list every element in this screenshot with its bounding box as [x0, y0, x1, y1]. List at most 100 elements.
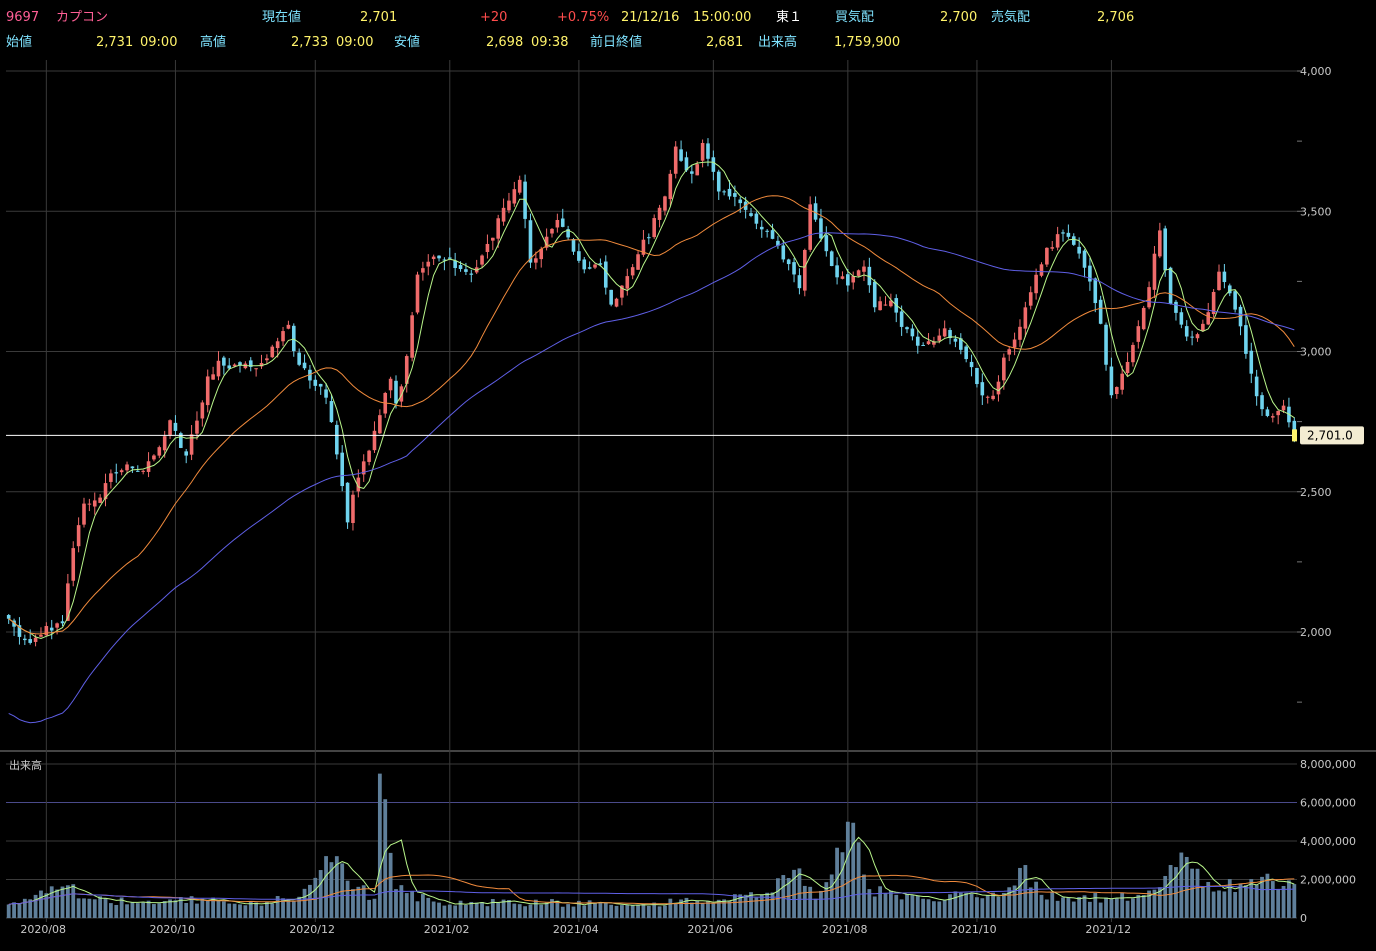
- volume-bar: [259, 905, 264, 918]
- candle-body: [109, 473, 113, 482]
- candlestick: [1168, 266, 1173, 305]
- volume-bar: [1211, 891, 1216, 918]
- volume-bar: [33, 894, 38, 918]
- candlestick: [469, 269, 474, 283]
- volume-bar: [781, 875, 786, 918]
- volume-bar: [464, 904, 468, 918]
- volume-bar: [862, 874, 866, 918]
- candle-body: [1147, 287, 1151, 308]
- volume-bar: [227, 903, 232, 918]
- candlestick: [614, 297, 619, 308]
- candlestick: [141, 469, 145, 475]
- candlestick: [663, 195, 667, 216]
- volume-bar: [270, 903, 275, 918]
- volume-bar: [291, 900, 296, 918]
- candle-body: [636, 254, 640, 270]
- volume-bar: [372, 898, 377, 918]
- volume-bar: [512, 903, 517, 918]
- candlestick: [555, 213, 560, 233]
- volume-bar: [673, 902, 678, 918]
- volume-bar: [82, 898, 86, 918]
- volume-bar: [700, 903, 705, 918]
- volume-bar: [813, 898, 818, 918]
- volume-bar: [426, 897, 431, 918]
- candle-body: [458, 265, 463, 269]
- volume-bar: [1001, 892, 1006, 918]
- candlestick: [119, 468, 124, 476]
- volume-bar: [743, 894, 748, 918]
- candle-body: [318, 383, 323, 387]
- candlestick: [980, 373, 985, 405]
- volume-bar: [1233, 891, 1238, 918]
- candle-body: [394, 380, 398, 404]
- candle-body: [98, 497, 102, 503]
- candle-body: [582, 259, 587, 270]
- candlestick: [1233, 289, 1237, 313]
- volume-bar: [1168, 865, 1173, 918]
- candle-body: [738, 199, 743, 204]
- candle-body: [469, 273, 474, 275]
- volume-bar: [367, 899, 371, 918]
- candle-body: [759, 226, 764, 230]
- candlestick: [657, 204, 662, 228]
- candlestick: [259, 354, 264, 369]
- candle-body: [1028, 292, 1033, 306]
- candle-body: [1098, 299, 1103, 324]
- candle-body: [964, 346, 968, 360]
- volume-bar: [377, 773, 382, 918]
- candlestick: [485, 234, 490, 259]
- volume-bar: [603, 902, 608, 918]
- stock-chart[interactable]: 4,000 3,500 3,000 2,500 2,000 8,000,000 6,000,…: [0, 0, 1376, 951]
- volume-bar: [480, 902, 484, 918]
- candlestick: [98, 494, 102, 504]
- candle-body: [1158, 230, 1162, 257]
- candle-body: [975, 367, 979, 385]
- volume-bar: [883, 893, 888, 918]
- candlestick: [1270, 413, 1275, 423]
- candle-body: [690, 171, 694, 174]
- candlestick: [426, 254, 431, 276]
- candlestick: [1265, 406, 1270, 418]
- volume-bar: [1184, 856, 1189, 918]
- candle-body: [733, 193, 737, 197]
- candlestick: [421, 261, 425, 281]
- candlestick: [49, 619, 54, 640]
- candle-body: [367, 450, 371, 462]
- candlestick: [1045, 247, 1049, 268]
- volume-bar: [22, 898, 27, 918]
- candlestick: [211, 366, 215, 380]
- candlestick: [829, 250, 834, 267]
- volume-bar: [141, 902, 146, 918]
- volume-bar: [254, 902, 259, 918]
- candle-body: [1082, 250, 1087, 268]
- candle-body: [141, 470, 145, 472]
- candle-body: [883, 304, 888, 306]
- candlestick: [991, 390, 995, 401]
- candle-body: [727, 188, 732, 197]
- candlestick: [248, 357, 253, 372]
- volume-bar: [383, 799, 388, 918]
- candlestick: [1249, 342, 1254, 384]
- candle-body: [1104, 324, 1108, 365]
- candle-body: [66, 583, 70, 621]
- volume-bar: [1276, 889, 1281, 918]
- candle-body: [329, 401, 334, 423]
- candle-body: [803, 249, 807, 291]
- candle-body: [1260, 395, 1264, 410]
- volume-bar: [1281, 886, 1286, 918]
- volume-bar: [469, 901, 474, 918]
- candlestick: [265, 354, 269, 365]
- candlestick: [582, 256, 587, 274]
- candle-body: [496, 218, 500, 239]
- candle-body: [1061, 232, 1065, 234]
- candle-body: [856, 270, 861, 276]
- candle-body: [49, 627, 54, 631]
- volume-bar: [620, 905, 624, 918]
- candlestick: [270, 344, 275, 359]
- candlestick: [1082, 249, 1087, 278]
- candle-body: [1120, 373, 1124, 390]
- candlestick: [1201, 319, 1205, 332]
- candle-body: [711, 157, 716, 172]
- candle-body: [829, 251, 834, 267]
- candlestick: [1061, 229, 1065, 242]
